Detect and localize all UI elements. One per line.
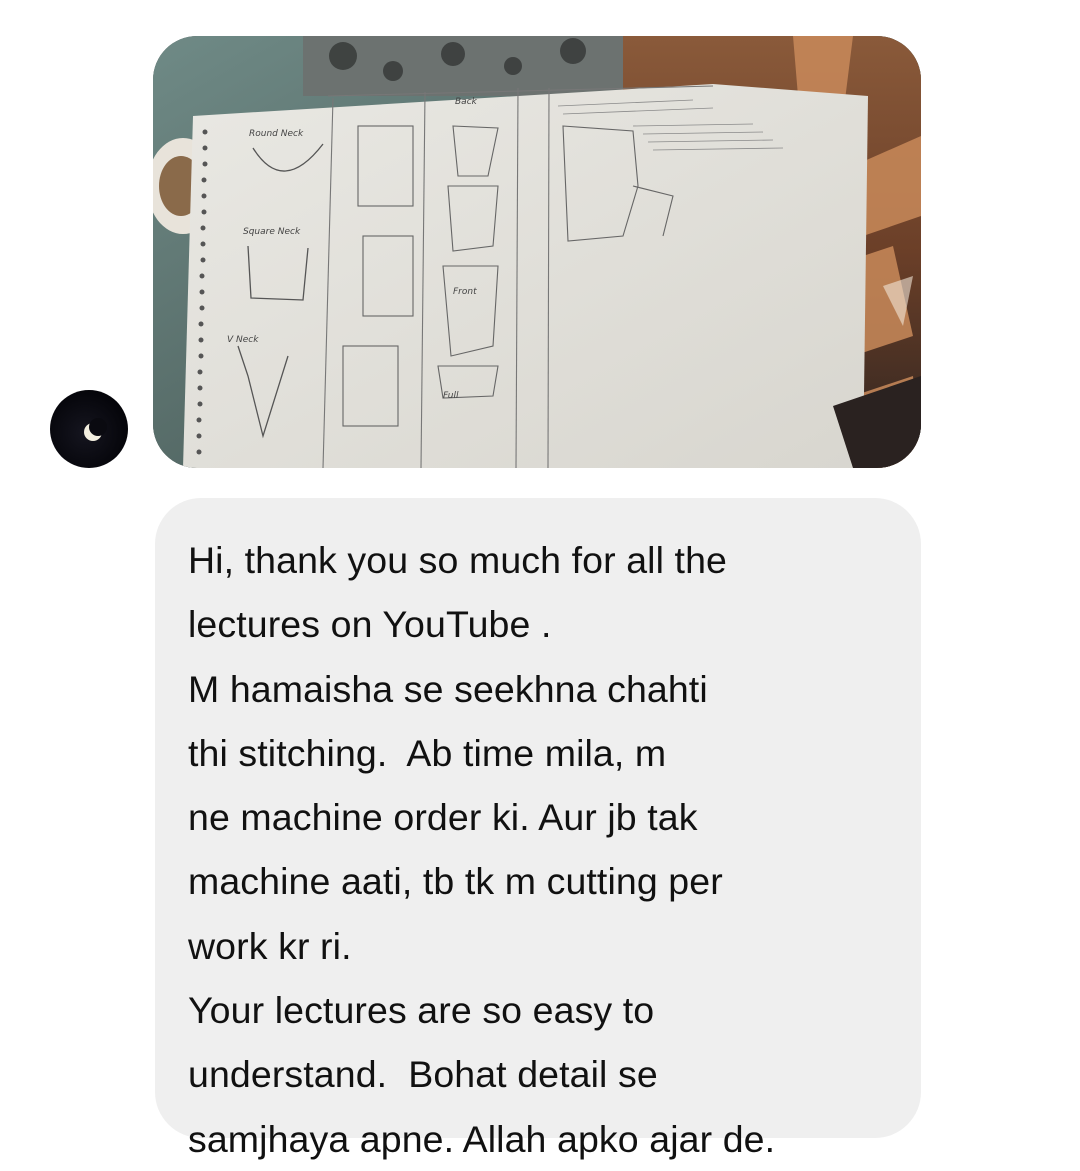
sender-avatar[interactable] xyxy=(50,390,128,468)
message-line: Your lectures are so easy to xyxy=(188,989,655,1032)
sketch-label-round-neck: Round Neck xyxy=(249,129,304,139)
notebook-sketch-photo: Round Neck Square Neck V Neck Back Front… xyxy=(153,36,921,468)
photo-attachment[interactable]: Round Neck Square Neck V Neck Back Front… xyxy=(153,36,921,468)
message-line: machine aati, tb tk m cutting per xyxy=(188,860,723,903)
message-line: M hamaisha se seekhna chahti xyxy=(188,667,708,710)
message-line: understand. Bohat detail se xyxy=(188,1053,658,1096)
message-line: lectures on YouTube . xyxy=(188,603,552,646)
message-line: thi stitching. Ab time mila, m xyxy=(188,731,667,774)
sketch-label-v-neck: V Neck xyxy=(227,335,259,345)
message-bubble[interactable]: Hi, thank you so much for all the lectur… xyxy=(155,498,921,1160)
message-line: work kr ri. xyxy=(188,924,352,967)
sketch-label-square-neck: Square Neck xyxy=(243,227,301,237)
message-line: samjhaya apne. Allah apko ajar de. xyxy=(188,1117,776,1160)
message-line: ne machine order ki. Aur jb tak xyxy=(188,796,698,839)
sketch-label-front: Front xyxy=(453,287,477,297)
message-line: Hi, thank you so much for all the xyxy=(188,539,727,581)
crescent-moon-icon xyxy=(84,418,107,441)
sketch-label-back: Back xyxy=(455,97,478,107)
sketch-label-full: Full xyxy=(443,391,459,401)
